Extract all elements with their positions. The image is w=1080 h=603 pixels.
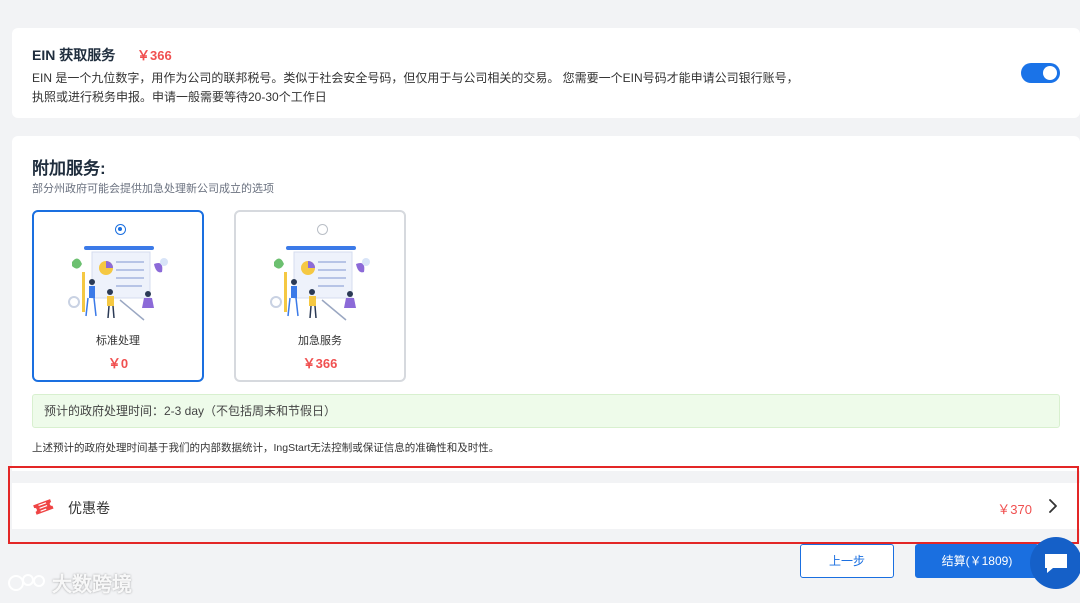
ein-toggle[interactable] [1021, 63, 1060, 83]
illustration-icon [68, 246, 168, 321]
radio-expedited[interactable] [317, 224, 328, 235]
option-price: ￥366 [302, 356, 338, 371]
watermark: 大数跨境 [8, 568, 132, 597]
ein-title: EIN 获取服务 [32, 47, 116, 63]
highlight-frame [8, 466, 1079, 544]
addon-service-card: 附加服务: 部分州政府可能会提供加急处理新公司成立的选项 标准处理 ￥0 加急服… [12, 136, 1080, 471]
watermark-logo-icon [8, 573, 45, 591]
option-label: 标准处理 [96, 335, 140, 347]
checkout-button[interactable]: 结算(￥1809) [915, 544, 1039, 578]
illustration-icon [270, 246, 370, 321]
addon-title: 附加服务: [32, 159, 106, 178]
option-standard[interactable]: 标准处理 ￥0 [32, 210, 204, 382]
ein-price: ￥366 [137, 48, 172, 63]
previous-step-button[interactable]: 上一步 [800, 544, 894, 578]
ein-service-card: EIN 获取服务 ￥366 EIN 是一个九位数字，用作为公司的联邦税号。类似于… [12, 28, 1080, 118]
disclaimer: 上述预计的政府处理时间基于我们的内部数据统计，IngStart无法控制或保证信息… [32, 442, 500, 454]
option-price: ￥0 [107, 356, 129, 371]
chat-icon [1045, 554, 1067, 573]
watermark-text: 大数跨境 [52, 574, 132, 596]
radio-standard[interactable] [115, 224, 126, 235]
addon-subtitle: 部分州政府可能会提供加急处理新公司成立的选项 [32, 183, 274, 195]
chat-button[interactable] [1030, 537, 1080, 589]
option-expedited[interactable]: 加急服务 ￥366 [234, 210, 406, 382]
processing-estimate: 预计的政府处理时间：2-3 day（不包括周末和节假日） [32, 394, 1060, 428]
ein-description: EIN 是一个九位数字，用作为公司的联邦税号。类似于社会安全号码，但仅用于与公司… [32, 71, 799, 104]
toggle-knob [1043, 66, 1057, 80]
option-label: 加急服务 [298, 335, 342, 347]
